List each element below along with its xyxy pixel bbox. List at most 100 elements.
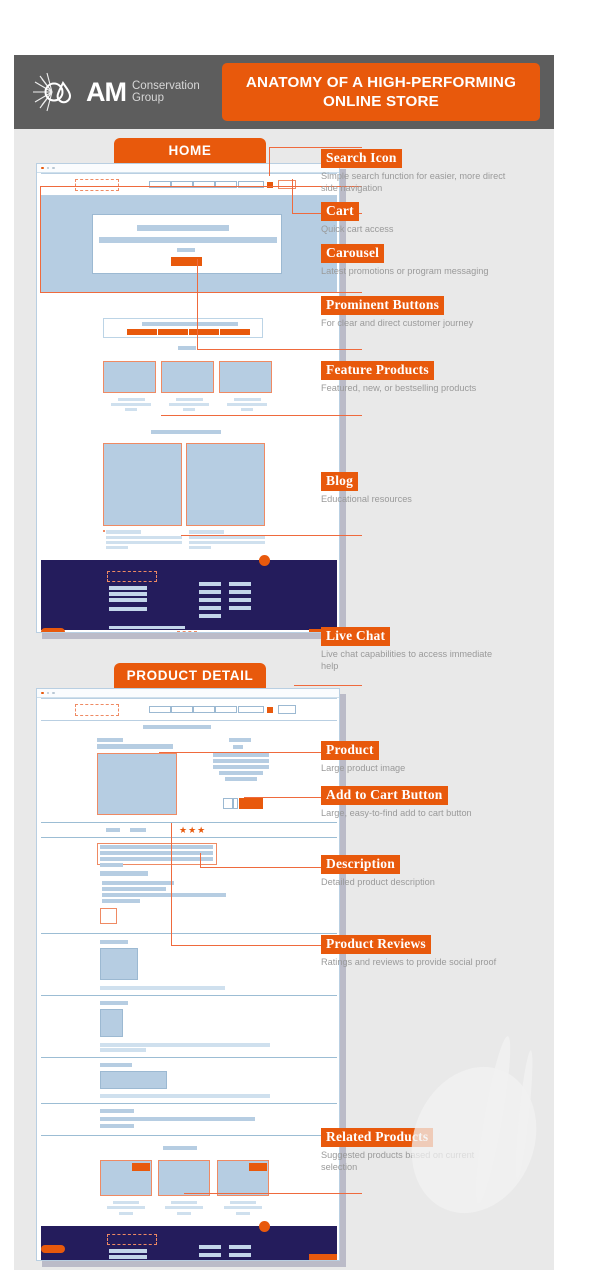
pdp-nav-item-1[interactable] [149,706,171,713]
spec-3-title [100,1063,132,1067]
breadcrumb [143,725,211,729]
description-bullet4 [102,899,140,903]
decorative-swoosh-1 [390,1047,558,1233]
feature-1-title [118,398,145,401]
live-chat-bubble[interactable] [259,555,270,566]
related-1-line [107,1206,145,1209]
blog-card-1[interactable] [103,443,182,526]
blog-2-line1 [189,536,265,539]
infographic-header: AM Conservation Group ANATOMY OF A HIGH-… [14,55,554,129]
annotation-blog: Blog Educational resources [321,472,506,506]
annotation-search-icon-desc: Simple search function for easier, more … [321,171,506,193]
pdp-search-field[interactable] [238,706,264,713]
pdp-footer-col1-link2[interactable] [199,1253,221,1257]
description-bullet1 [102,881,174,885]
pdp-divider-3 [41,933,337,934]
minimize-dot-icon [46,691,49,695]
pdp-nav-item-3[interactable] [193,706,215,713]
related-2-price [177,1212,191,1215]
tab-reviews[interactable] [130,828,146,832]
pdp-live-chat-bubble[interactable] [259,1221,270,1232]
connector-blog-h [181,535,362,536]
annotation-blog-desc: Educational resources [321,494,412,504]
footer-logo-placeholder [107,571,157,582]
scrollbar-thumb-left[interactable] [41,628,65,632]
product-desc-line5 [225,777,257,781]
pdp-scrollbar-thumb-right[interactable] [309,1254,337,1260]
pdp-search-icon[interactable] [267,706,273,713]
connector-buttons-h [197,349,362,350]
product-desc-line4 [219,771,263,775]
infographic-canvas: AM Conservation Group ANATOMY OF A HIGH-… [14,55,558,1270]
annotation-live-chat-tag: Live Chat [321,627,391,646]
pdp-footer-col2-link2[interactable] [229,1253,251,1257]
connector-description-v [200,853,201,867]
annotation-search-icon-tag: Search Icon [321,149,402,168]
related-section-heading [163,1146,197,1150]
home-header-rule-top [41,173,337,174]
related-2-title [171,1201,197,1204]
spec-2-title [100,1001,128,1005]
blog-card-2[interactable] [186,443,265,526]
pdp-header-rule-bottom [41,720,337,721]
poster-title: ANATOMY OF A HIGH-PERFORMING ONLINE STOR… [222,63,540,121]
related-3-line [224,1206,262,1209]
prominent-button-3[interactable] [189,328,219,335]
tab-description[interactable] [106,828,120,832]
footer-col2-link2[interactable] [229,590,251,594]
footer-col1-link1[interactable] [199,582,221,586]
annotation-product-reviews-desc: Ratings and reviews to provide social pr… [321,957,497,967]
footer-col2-link4[interactable] [229,606,251,610]
footer-col1-link3[interactable] [199,598,221,602]
spacer [103,530,105,532]
pdp-divider-5 [41,1057,337,1058]
prominent-button-1[interactable] [127,328,157,335]
prominent-button-4[interactable] [220,328,250,335]
blog-2-link[interactable] [189,546,211,549]
footer-col2-link3[interactable] [229,598,251,602]
related-product-card-2[interactable] [158,1160,210,1196]
annotation-product: Product Large product image [321,741,506,775]
blog-1-line2 [106,541,182,544]
feature-2-title [176,398,203,401]
blog-1-title [106,530,141,534]
feature-product-card-2[interactable] [161,361,214,393]
blog-1-link[interactable] [106,546,128,549]
product-desc-line3 [213,765,269,769]
cart-icon[interactable] [278,180,296,189]
pdp-footer-col2-link1[interactable] [229,1245,251,1249]
feature-product-card-1[interactable] [103,361,156,393]
quantity-spinner[interactable] [233,798,238,809]
connector-search-v [269,147,270,176]
annotation-description: Description Detailed product description [321,855,506,889]
quantity-stepper[interactable] [223,798,233,809]
feature-product-card-3[interactable] [219,361,272,393]
pdp-footer-col1-link1[interactable] [199,1245,221,1249]
pdp-site-footer [41,1226,337,1260]
footer-col1-link5[interactable] [199,614,221,618]
description-thumbnail[interactable] [100,908,117,924]
annotation-prominent-buttons-tag: Prominent Buttons [321,296,445,315]
product-image[interactable] [97,753,177,815]
scroll-indicator [177,631,197,632]
blog-2-title [189,530,224,534]
pdp-nav-item-4[interactable] [215,706,237,713]
footer-legal-line [109,626,185,629]
pdp-cart-icon[interactable] [278,705,296,714]
annotation-product-reviews-tag: Product Reviews [321,935,431,954]
footer-text-2 [109,592,147,596]
logo-wordmark: Conservation Group [132,80,200,105]
product-desc-line2 [213,759,269,763]
related-2-line [165,1206,203,1209]
close-dot-icon [41,691,44,695]
spec-2-text1 [100,1043,270,1047]
pdp-scrollbar-thumb-left[interactable] [41,1245,65,1253]
footer-col1-link2[interactable] [199,590,221,594]
prominent-button-2[interactable] [158,328,188,335]
footer-col1-link4[interactable] [199,606,221,610]
pdp-nav-item-2[interactable] [171,706,193,713]
annotation-carousel: Carousel Latest promotions or program me… [321,244,506,278]
footer-text-1 [109,586,147,590]
footer-col2-link1[interactable] [229,582,251,586]
add-to-cart-button[interactable] [239,798,263,809]
